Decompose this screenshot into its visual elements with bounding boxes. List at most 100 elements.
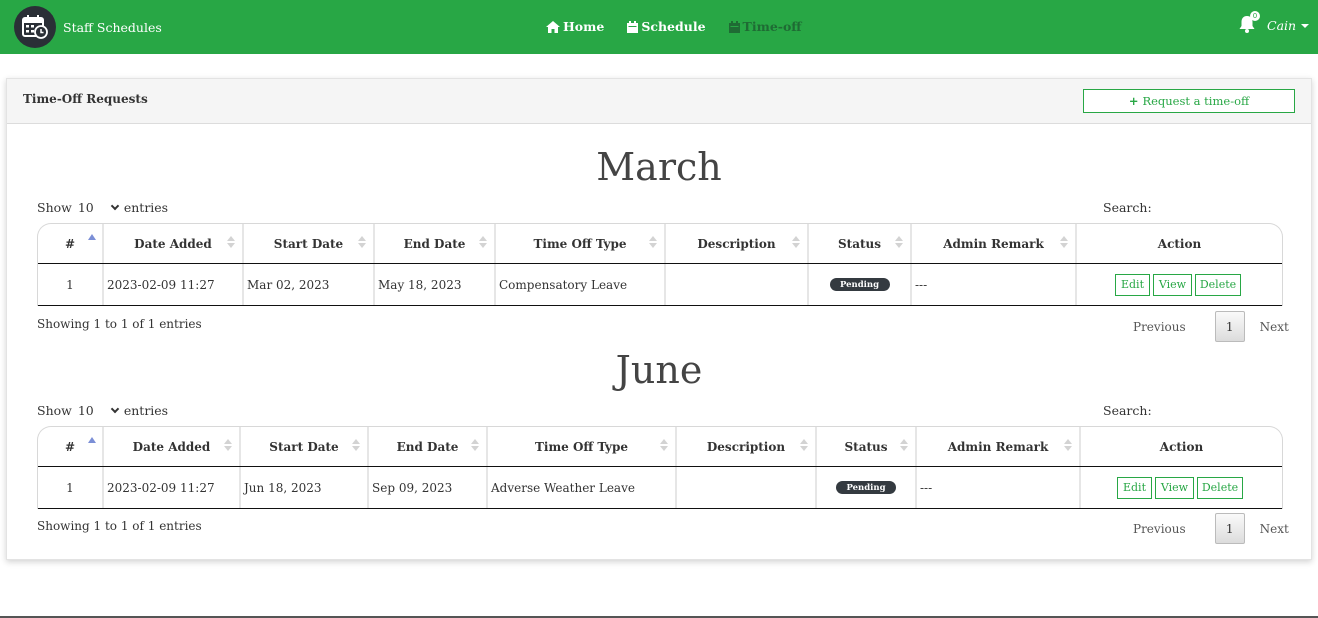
col-label: Action: [1157, 236, 1202, 251]
sort-icon: [471, 439, 479, 451]
col-status[interactable]: Status: [809, 224, 912, 263]
table-info: Showing 1 to 1 of 1 entries: [37, 317, 202, 331]
nav-schedule-link[interactable]: Schedule: [627, 19, 706, 34]
col-label: Action: [1159, 439, 1204, 454]
timeoff-table: # Date Added Start Date End Date Time Of…: [37, 426, 1283, 509]
col-description[interactable]: Description: [666, 224, 809, 263]
col-label: End Date: [403, 236, 466, 251]
view-button[interactable]: View: [1155, 476, 1194, 499]
caret-down-icon: [1301, 23, 1310, 28]
search-label: Search:: [1103, 200, 1152, 215]
col-action: Action: [1077, 224, 1282, 263]
col-timeoff-type[interactable]: Time Off Type: [496, 224, 666, 263]
sort-asc-icon: [88, 234, 96, 240]
nav-home-label: Home: [563, 19, 605, 34]
col-admin-remark[interactable]: Admin Remark: [912, 224, 1077, 263]
page-length-select[interactable]: 10: [77, 200, 120, 215]
user-menu-dropdown[interactable]: Cain: [1267, 18, 1310, 33]
sort-icon: [479, 236, 487, 248]
calendar-clock-icon: [14, 6, 56, 48]
cell-start-date: Jun 18, 2023: [241, 467, 369, 508]
col-number[interactable]: #: [38, 224, 104, 263]
cell-description: [666, 264, 809, 305]
sort-icon: [800, 439, 808, 451]
sort-icon: [224, 439, 232, 451]
col-label: Status: [837, 236, 881, 251]
cell-end-date: Sep 09, 2023: [369, 467, 488, 508]
previous-page-button[interactable]: Previous: [1133, 320, 1186, 334]
sort-icon: [1060, 236, 1068, 248]
col-end-date[interactable]: End Date: [369, 427, 488, 466]
show-entries-control: Show 10 entries: [37, 200, 168, 215]
sort-icon: [649, 236, 657, 248]
col-status[interactable]: Status: [817, 427, 917, 466]
search-label: Search:: [1103, 403, 1152, 418]
request-timeoff-button[interactable]: + Request a time-off: [1083, 89, 1295, 113]
nav-timeoff-label: Time-off: [742, 19, 802, 34]
cell-admin-remark: ---: [912, 264, 1077, 305]
nav-timeoff-link[interactable]: Time-off: [728, 19, 802, 34]
nav-links: Home Schedule Time-off: [546, 19, 825, 34]
cell-start-date: Mar 02, 2023: [244, 264, 375, 305]
cell-status: Pending: [809, 264, 912, 305]
pagination: Previous 1 Next: [1133, 311, 1289, 342]
col-label: Time Off Type: [534, 439, 629, 454]
col-label: Start Date: [273, 236, 344, 251]
previous-page-button[interactable]: Previous: [1133, 522, 1186, 536]
sort-icon: [358, 236, 366, 248]
page-length-value: 10: [77, 200, 94, 215]
edit-button[interactable]: Edit: [1115, 273, 1150, 296]
col-date-added[interactable]: Date Added: [104, 427, 241, 466]
table-header-row: # Date Added Start Date End Date Time Of…: [38, 427, 1282, 467]
plus-icon: +: [1128, 94, 1139, 108]
col-label: Status: [844, 439, 888, 454]
nav-home-link[interactable]: Home: [546, 19, 604, 34]
col-admin-remark[interactable]: Admin Remark: [917, 427, 1081, 466]
sort-icon: [900, 439, 908, 451]
brand[interactable]: Staff Schedules: [14, 6, 162, 48]
col-label: Admin Remark: [947, 439, 1049, 454]
timeoff-table: # Date Added Start Date End Date Time Of…: [37, 223, 1283, 306]
cell-description: [677, 467, 817, 508]
col-description[interactable]: Description: [677, 427, 817, 466]
card-title: Time-Off Requests: [23, 92, 148, 106]
delete-button[interactable]: Delete: [1195, 273, 1241, 296]
col-date-added[interactable]: Date Added: [104, 224, 244, 263]
card-header: Time-Off Requests + Request a time-off: [7, 79, 1311, 124]
next-page-button[interactable]: Next: [1260, 320, 1289, 334]
cell-end-date: May 18, 2023: [375, 264, 496, 305]
col-start-date[interactable]: Start Date: [241, 427, 369, 466]
page-number-button[interactable]: 1: [1214, 513, 1245, 544]
cell-actions: Edit View Delete: [1081, 467, 1282, 508]
col-number[interactable]: #: [38, 427, 104, 466]
show-label: Show: [37, 200, 72, 215]
col-label: End Date: [396, 439, 459, 454]
sort-icon: [1064, 439, 1072, 451]
chevron-down-icon: [110, 404, 120, 413]
next-page-button[interactable]: Next: [1260, 522, 1289, 536]
sort-icon: [227, 236, 235, 248]
delete-button[interactable]: Delete: [1197, 476, 1243, 499]
col-end-date[interactable]: End Date: [375, 224, 496, 263]
notification-bell-button[interactable]: 0: [1238, 11, 1260, 36]
pagination: Previous 1 Next: [1133, 513, 1289, 544]
page-number-button[interactable]: 1: [1214, 311, 1245, 342]
show-entries-control: Show 10 entries: [37, 403, 168, 418]
col-label: Admin Remark: [943, 236, 1044, 251]
edit-button[interactable]: Edit: [1117, 476, 1152, 499]
sort-icon: [792, 236, 800, 248]
view-button[interactable]: View: [1153, 273, 1192, 296]
month-heading: March: [596, 145, 722, 189]
notification-count-badge: 0: [1250, 11, 1260, 21]
top-navbar: Staff Schedules Home Schedule Time-off 0…: [0, 0, 1318, 54]
col-label: Date Added: [134, 236, 212, 251]
nav-schedule-label: Schedule: [641, 19, 706, 34]
cell-number: 1: [38, 467, 104, 508]
entries-label: entries: [123, 403, 169, 418]
table-row: 1 2023-02-09 11:27 Mar 02, 2023 May 18, …: [38, 264, 1282, 306]
page-length-select[interactable]: 10: [78, 403, 120, 418]
col-timeoff-type[interactable]: Time Off Type: [488, 427, 677, 466]
table-header-row: # Date Added Start Date End Date Time Of…: [38, 224, 1282, 264]
cell-timeoff-type: Compensatory Leave: [496, 264, 666, 305]
col-start-date[interactable]: Start Date: [244, 224, 375, 263]
